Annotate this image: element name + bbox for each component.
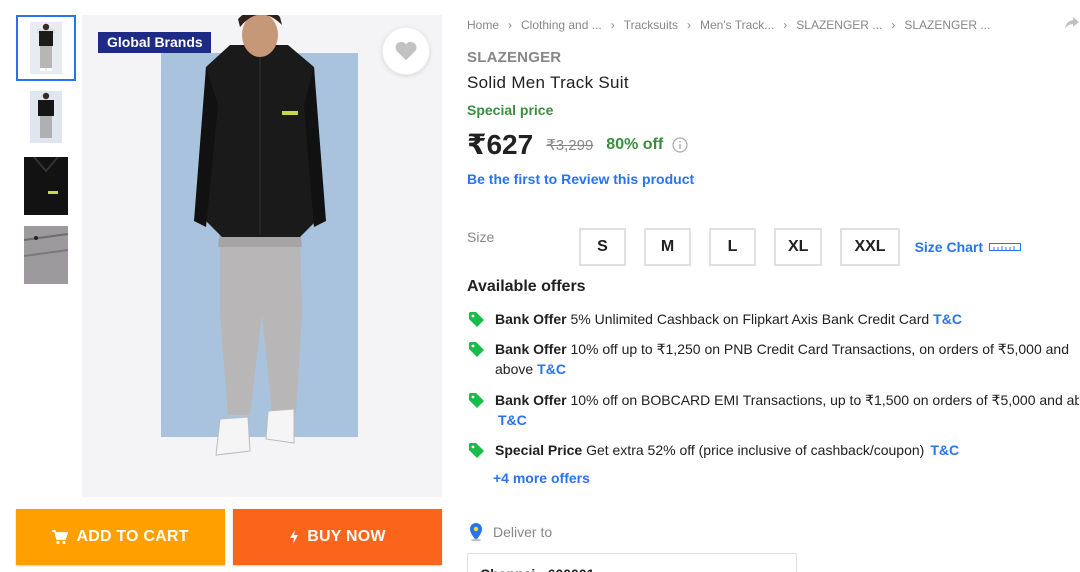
size-chart-link[interactable]: Size Chart: [914, 239, 1022, 255]
offer-tag-icon: [469, 312, 484, 327]
size-option-l[interactable]: L: [709, 228, 756, 266]
buy-now-button[interactable]: BUY NOW: [233, 509, 442, 565]
product-main-image[interactable]: Global Brands: [82, 15, 442, 497]
offer-text: 10% off up to ₹1,250 on PNB Credit Card …: [495, 341, 1069, 377]
offer-type: Bank Offer: [495, 341, 567, 357]
thumbnail-back-view[interactable]: [16, 84, 76, 150]
brand-name: SLAZENGER: [467, 49, 562, 66]
more-offers-link[interactable]: +4 more offers: [493, 470, 590, 486]
price-row: ₹627 ₹3,299 80% off: [467, 128, 688, 161]
chevron-right-icon: ›: [610, 18, 615, 32]
breadcrumb-item[interactable]: Clothing and ...: [521, 18, 602, 32]
share-button[interactable]: [1065, 16, 1079, 34]
offer-text: Get extra 52% off (price inclusive of ca…: [586, 442, 925, 458]
size-chart-label: Size Chart: [914, 239, 984, 255]
size-selector: S M L XL XXL Size Chart: [579, 228, 1022, 266]
offer-tag-icon: [469, 443, 484, 458]
ruler-icon: [989, 243, 1022, 251]
offer-tag-icon: [469, 393, 484, 408]
chevron-right-icon: ›: [508, 18, 513, 32]
buy-now-label: BUY NOW: [307, 528, 386, 545]
terms-link[interactable]: T&C: [930, 442, 959, 458]
cart-icon: [52, 529, 69, 545]
size-option-xxl[interactable]: XXL: [840, 228, 900, 266]
size-option-m[interactable]: M: [644, 228, 691, 266]
offer-text: 10% off on BOBCARD EMI Transactions, up …: [570, 392, 1079, 408]
thumbnail-image: [24, 157, 68, 215]
deliver-to: Deliver to: [467, 522, 552, 542]
offer-item: Bank Offer 10% off on BOBCARD EMI Transa…: [467, 390, 1080, 430]
terms-link[interactable]: T&C: [498, 412, 527, 428]
global-brands-badge: Global Brands: [98, 32, 211, 53]
breadcrumb-item[interactable]: SLAZENGER ...: [796, 18, 882, 32]
product-title: Solid Men Track Suit: [467, 73, 629, 92]
breadcrumb-item[interactable]: Men's Track...: [700, 18, 774, 32]
thumbnail-strip: [16, 15, 76, 291]
size-label: Size: [467, 229, 495, 245]
heart-icon: [394, 40, 418, 62]
lightning-icon: [289, 530, 299, 544]
size-option-xl[interactable]: XL: [774, 228, 823, 266]
terms-link[interactable]: T&C: [537, 361, 566, 377]
wishlist-button[interactable]: [382, 27, 430, 75]
offer-type: Bank Offer: [495, 392, 567, 408]
breadcrumb-item[interactable]: Home: [467, 18, 499, 32]
discount-percent: 80% off: [606, 135, 664, 153]
offer-type: Special Price: [495, 442, 583, 458]
selling-price: ₹627: [467, 129, 534, 160]
deliver-to-label: Deliver to: [493, 524, 553, 540]
chevron-right-icon: ›: [891, 18, 896, 32]
add-to-cart-label: ADD TO CART: [76, 528, 189, 545]
special-price-label: Special price: [467, 102, 554, 118]
chevron-right-icon: ›: [686, 18, 691, 32]
thumbnail-front-view[interactable]: [16, 15, 76, 81]
thumbnail-image: [30, 91, 62, 143]
offer-item: Bank Offer 10% off up to ₹1,250 on PNB C…: [467, 339, 1080, 379]
product-photo: [82, 15, 442, 497]
delivery-location-input[interactable]: Chennai - 600001: [467, 553, 797, 572]
review-link[interactable]: Be the first to Review this product: [467, 171, 694, 187]
size-option-s[interactable]: S: [579, 228, 626, 266]
offers-heading: Available offers: [467, 278, 586, 295]
offer-text: 5% Unlimited Cashback on Flipkart Axis B…: [570, 311, 930, 327]
breadcrumb-item[interactable]: Tracksuits: [624, 18, 678, 32]
info-icon[interactable]: [672, 136, 688, 153]
offer-item: Special Price Get extra 52% off (price i…: [467, 440, 1080, 460]
thumbnail-image: [24, 226, 68, 284]
breadcrumb: Home › Clothing and ... › Tracksuits › Men'…: [467, 18, 990, 32]
thumbnail-logo-closeup[interactable]: [16, 153, 76, 219]
thumbnail-pants-detail[interactable]: [16, 222, 76, 288]
chevron-right-icon: ›: [783, 18, 788, 32]
location-pin-icon: [470, 523, 482, 542]
original-price: ₹3,299: [546, 136, 594, 154]
terms-link[interactable]: T&C: [933, 311, 962, 327]
add-to-cart-button[interactable]: ADD TO CART: [16, 509, 225, 565]
offer-item: Bank Offer 5% Unlimited Cashback on Flip…: [467, 309, 1080, 329]
breadcrumb-item[interactable]: SLAZENGER ...: [904, 18, 990, 32]
share-icon: [1065, 17, 1079, 29]
thumbnail-image: [30, 22, 62, 74]
offer-tag-icon: [469, 342, 484, 357]
offer-type: Bank Offer: [495, 311, 567, 327]
